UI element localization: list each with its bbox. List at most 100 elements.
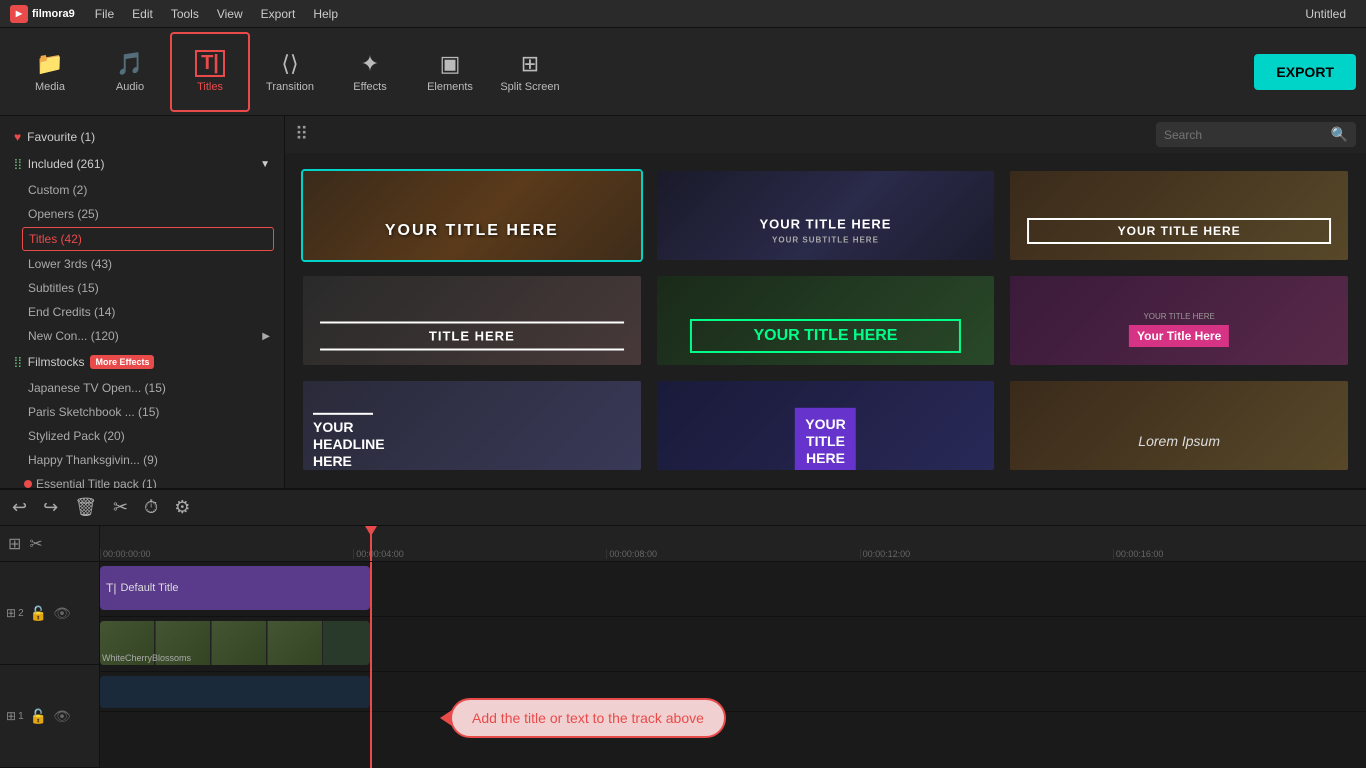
redo-button[interactable]: ↪ [43, 497, 58, 518]
title-thumb-6: YOUR HEADLINE HERE [303, 381, 641, 472]
toolbar-media-label: Media [35, 81, 65, 93]
title-clip-icon: T| [106, 581, 116, 595]
project-title: Untitled [1305, 7, 1356, 21]
tooltip-text: Add the title or text to the track above [472, 710, 704, 726]
toolbar-titles-label: Titles [197, 81, 223, 93]
title-thumb-4: YOUR TITLE HERE [657, 276, 995, 367]
toolbar-effects-label: Effects [353, 81, 386, 93]
tooltip-bubble: Add the title or text to the track above [450, 698, 726, 738]
track-1-icon: ⊞ [6, 709, 16, 723]
search-input[interactable] [1164, 128, 1327, 142]
sidebar-item-openers[interactable]: Openers (25) [0, 202, 284, 226]
sidebar-item-thanksgiving[interactable]: Happy Thanksgivin... (9) [0, 448, 284, 472]
playhead[interactable] [370, 526, 372, 561]
toolbar-titles[interactable]: T| Titles [170, 32, 250, 112]
effects-icon: ✦ [361, 51, 379, 77]
title-thumb-8: Lorem Ipsum [1010, 381, 1348, 472]
title-card-default[interactable]: YOUR TITLE HERE Default Title [301, 169, 643, 262]
ruler-mark-1: 00:00:04:00 [353, 549, 606, 559]
title-thumb-5: YOUR TITLE HERE Your Title Here [1010, 276, 1348, 367]
menu-help[interactable]: Help [305, 5, 346, 23]
cut-track-button[interactable]: ✂ [29, 534, 42, 554]
main-area: ♥ Favourite (1) ⁞⁞ Included (261) ▼ Cust… [0, 116, 1366, 488]
toolbar-media[interactable]: 📁 Media [10, 32, 90, 112]
title-card-7[interactable]: YOUR TITLE HERE Title 7 [655, 379, 997, 472]
included-dots-icon: ⁞⁞ [14, 156, 22, 172]
toolbar-effects[interactable]: ✦ Effects [330, 32, 410, 112]
thumb-bg-default [303, 171, 641, 262]
thumb-text-3: TITLE HERE [320, 329, 624, 344]
export-button[interactable]: EXPORT [1254, 54, 1356, 90]
sidebar-item-titles[interactable]: Titles (42) [22, 227, 274, 251]
menu-tools[interactable]: Tools [163, 5, 207, 23]
sidebar-item-endcredits[interactable]: End Credits (14) [0, 300, 284, 324]
title-card-4[interactable]: YOUR TITLE HERE Title 4 [655, 274, 997, 367]
sidebar-item-newcon[interactable]: New Con... (120) ▶ [0, 324, 284, 348]
settings-button[interactable]: ⚙ [174, 497, 190, 518]
thumb-text-1: YOUR TITLE HERE YOUR SUBTITLE HERE [674, 216, 978, 245]
thumb-bg-5 [1010, 276, 1348, 367]
toolbar-splitscreen[interactable]: ⊞ Split Screen [490, 32, 570, 112]
menu-file[interactable]: File [87, 5, 122, 23]
track-control-1: ⊞ 1 🔓 👁 [0, 665, 99, 768]
timeline-toolbar: ↩ ↪ 🗑 ✂ ⏱ ⚙ [0, 490, 1366, 526]
toolbar-transition[interactable]: ⟨⟩ Transition [250, 32, 330, 112]
timeline-tracks: 00:00:00:00 00:00:04:00 00:00:08:00 00:0… [100, 526, 1366, 768]
filmstocks-section[interactable]: ⁞⁞ Filmstocks More Effects [0, 348, 284, 376]
more-effects-badge[interactable]: More Effects [90, 355, 154, 369]
title-card-5[interactable]: YOUR TITLE HERE Your Title Here Title 5 [1008, 274, 1350, 367]
title-card-8[interactable]: Lorem Ipsum Title 8 [1008, 379, 1350, 472]
add-track-button[interactable]: ⊞ [8, 534, 21, 554]
track-1-eye[interactable]: 👁 [53, 708, 71, 725]
favourite-item[interactable]: ♥ Favourite (1) [0, 124, 284, 150]
track-controls: ⊞ ✂ ⊞ 2 🔓 👁 ⊞ 1 🔓 👁 [0, 526, 100, 768]
title-card-1[interactable]: YOUR TITLE HERE YOUR SUBTITLE HERE Title… [655, 169, 997, 262]
video-thumb-1: WhiteCherryBlossoms [100, 621, 155, 665]
menu-export[interactable]: Export [253, 5, 304, 23]
menu-edit[interactable]: Edit [124, 5, 161, 23]
cut-button[interactable]: ✂ [113, 497, 128, 518]
menu-bar: ▶ filmora9 File Edit Tools View Export H… [0, 0, 1366, 28]
track-clip-title[interactable]: T| Default Title [100, 566, 370, 610]
menu-view[interactable]: View [209, 5, 251, 23]
undo-button[interactable]: ↩ [12, 497, 27, 518]
toolbar-audio[interactable]: 🎵 Audio [90, 32, 170, 112]
delete-button[interactable]: 🗑 [74, 497, 97, 518]
title-card-2[interactable]: YOUR TITLE HERE YOUR SUBTITLE HERE Title… [1008, 169, 1350, 262]
timeline-ruler: 00:00:00:00 00:00:04:00 00:00:08:00 00:0… [100, 526, 1366, 562]
titles-icon: T| [195, 50, 225, 77]
grid-view-icon[interactable]: ⠿ [295, 124, 308, 145]
timeline: ↩ ↪ 🗑 ✂ ⏱ ⚙ ⊞ ✂ ⊞ 2 🔓 👁 ⊞ 1 [0, 488, 1366, 768]
content-area: ⠿ 🔍 YOUR TITLE HERE Default Title [285, 116, 1366, 488]
track-1-lock[interactable]: 🔓 [30, 708, 47, 725]
sidebar-item-stylized[interactable]: Stylized Pack (20) [0, 424, 284, 448]
duration-button[interactable]: ⏱ [144, 497, 158, 518]
app-logo: ▶ filmora9 [10, 5, 75, 23]
track-2-label: ⊞ 2 [6, 606, 24, 620]
toolbar-elements[interactable]: ▣ Elements [410, 32, 490, 112]
track-clip-audio[interactable] [100, 676, 370, 708]
sidebar-item-japanese[interactable]: Japanese TV Open... (15) [0, 376, 284, 400]
title-thumb-default: YOUR TITLE HERE [303, 171, 641, 262]
sidebar-item-paris[interactable]: Paris Sketchbook ... (15) [0, 400, 284, 424]
included-section[interactable]: ⁞⁞ Included (261) ▼ [0, 150, 284, 178]
title-card-6[interactable]: YOUR HEADLINE HERE Title 6 [301, 379, 643, 472]
ruler-mark-2: 00:00:08:00 [606, 549, 859, 559]
sidebar-item-essential[interactable]: Essential Title pack (1) [0, 472, 284, 488]
playhead-line [370, 562, 372, 768]
chevron-right-icon: ▶ [262, 331, 270, 342]
sidebar-item-subtitles[interactable]: Subtitles (15) [0, 276, 284, 300]
track-add-row: ⊞ ✂ [0, 526, 99, 562]
splitscreen-icon: ⊞ [521, 51, 539, 77]
thumb-text-4: YOUR TITLE HERE [690, 319, 960, 353]
chevron-down-icon: ▼ [260, 159, 270, 170]
thumb-text-8: Lorem Ipsum [1138, 433, 1220, 449]
tracks-content: T| Default Title WhiteCherryBlossoms [100, 562, 1366, 768]
title-card-3[interactable]: TITLE HERE Title 3 [301, 274, 643, 367]
track-2-eye[interactable]: 👁 [53, 605, 71, 622]
sidebar-item-lower3rds[interactable]: Lower 3rds (43) [0, 252, 284, 276]
sidebar-item-custom[interactable]: Custom (2) [0, 178, 284, 202]
filmstocks-label: Filmstocks [28, 355, 85, 369]
track-clip-video[interactable]: WhiteCherryBlossoms [100, 621, 370, 665]
track-2-lock[interactable]: 🔓 [30, 605, 47, 622]
